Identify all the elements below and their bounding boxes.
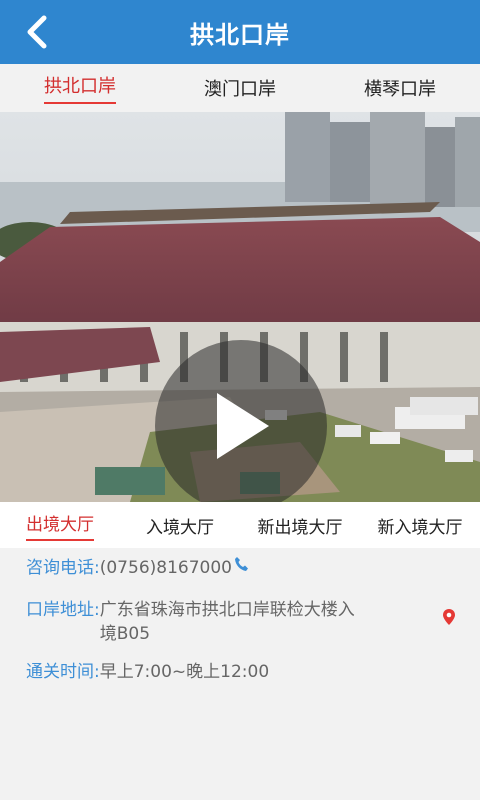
tab-departure-hall[interactable]: 出境大厅 xyxy=(0,502,120,548)
address-value: 广东省珠海市拱北口岸联检大楼入 境B05 xyxy=(100,598,355,646)
hours-label: 通关时间: xyxy=(26,662,100,682)
map-pin-icon[interactable] xyxy=(442,608,456,626)
hall-tabs: 出境大厅 入境大厅 新出境大厅 新入境大厅 xyxy=(0,502,480,548)
play-button[interactable] xyxy=(155,340,327,502)
tab-label: 澳门口岸 xyxy=(204,79,276,100)
tab-macau-port[interactable]: 澳门口岸 xyxy=(160,64,320,112)
page-title: 拱北口岸 xyxy=(190,20,290,49)
phone-icon xyxy=(234,557,248,571)
header-bar: 拱北口岸 xyxy=(0,0,480,64)
tab-label: 横琴口岸 xyxy=(364,79,436,100)
back-arrow-icon[interactable] xyxy=(18,12,58,52)
phone-label: 咨询电话: xyxy=(26,558,100,578)
tab-new-departure-hall[interactable]: 新出境大厅 xyxy=(240,502,360,548)
phone-row[interactable]: 咨询电话: (0756)8167000 xyxy=(26,556,248,580)
tab-label: 出境大厅 xyxy=(26,510,94,541)
tab-label: 新入境大厅 xyxy=(377,517,463,538)
hours-row: 通关时间: 早上7:00~晚上12:00 xyxy=(26,660,269,684)
phone-value: (0756)8167000 xyxy=(99,558,232,578)
tab-gongbei-port[interactable]: 拱北口岸 xyxy=(0,64,160,112)
tab-hengqin-port[interactable]: 横琴口岸 xyxy=(320,64,480,112)
play-icon xyxy=(217,393,269,459)
address-label: 口岸地址: xyxy=(26,600,100,620)
hours-value: 早上7:00~晚上12:00 xyxy=(99,662,270,682)
port-info-panel: 咨询电话: (0756)8167000 口岸地址: 广东省珠海市拱北口岸联检大楼… xyxy=(0,548,480,800)
address-line2: 境B05 xyxy=(99,624,151,644)
port-tabs: 拱北口岸 澳门口岸 横琴口岸 xyxy=(0,64,480,112)
address-row: 口岸地址: 广东省珠海市拱北口岸联检大楼入 境B05 xyxy=(26,598,426,646)
address-line1: 广东省珠海市拱北口岸联检大楼入 xyxy=(99,600,355,620)
video-thumbnail[interactable] xyxy=(0,112,480,502)
tab-label: 新出境大厅 xyxy=(257,517,343,538)
tab-label: 入境大厅 xyxy=(146,517,214,538)
tab-new-arrival-hall[interactable]: 新入境大厅 xyxy=(360,502,480,548)
tab-arrival-hall[interactable]: 入境大厅 xyxy=(120,502,240,548)
tab-label: 拱北口岸 xyxy=(44,72,116,104)
